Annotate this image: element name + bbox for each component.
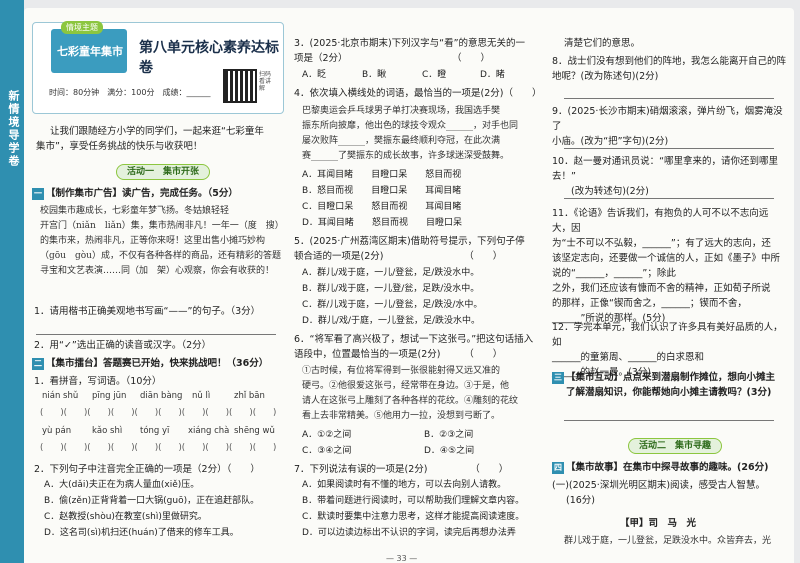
option-b[interactable]: B．带着问题进行阅读时，可以帮助我们理解文章内容。 <box>302 494 524 509</box>
intro-line-1: 让我们跟随经方小学的同学们，一起来逛“七彩童年 <box>50 126 264 137</box>
option-a[interactable]: A．大(dǎi)夫正在为病人量血(xiě)压。 <box>44 478 199 493</box>
question-4-passage: 巴黎奥运会乒乓球男子单打决赛现场，我国选手樊 振东所向披靡，他出色的球技令观众__… <box>302 106 519 161</box>
side-title: 新情境导学卷 <box>7 90 20 168</box>
question-8: 8．战士们没有想到他们的阵地，我怎么能离开自己的阵 地呢？(改为陈述句)(2分) <box>552 56 787 82</box>
answer-line[interactable] <box>564 98 774 99</box>
answer-line[interactable] <box>564 148 774 149</box>
worksheet-page: 情境主题 七彩童年集市 第八单元核心素养达标卷 时间：80分钟 满分：100分 … <box>24 8 794 563</box>
option-b[interactable]: B．瞅 <box>362 68 386 83</box>
question-9: 9．(2025·长沙市期末)硝烟滚滚，弹片纷飞，烟雾淹没了 小庙。(改为“把”字句… <box>552 106 783 147</box>
question-6-passage: ①古时候，有位将军得到一张很能射得又远又准的 硬弓。②他很爱这张弓，经常带在身边。… <box>302 366 519 421</box>
option-a[interactable]: A．①②之间 <box>302 428 351 443</box>
option-a[interactable]: A．耳闻目睹 目瞪口呆 怒目而视 <box>302 168 461 183</box>
pinyin-10: shēng wǔ <box>234 426 275 436</box>
pinyin-6: yù pán <box>42 426 72 436</box>
pinyin-4: nǔ lì <box>192 391 211 401</box>
option-b[interactable]: B．群儿/戏于庭，一儿登/瓮，足跌/没水中。 <box>302 282 479 297</box>
theme-label: 情境主题 <box>61 21 103 34</box>
pinyin-8: tóng yī <box>140 426 170 436</box>
option-c[interactable]: C．赵教授(shòu)在教室(shì)里做研究。 <box>44 510 207 525</box>
carry-over-text: 清楚它们的意思。 <box>564 38 641 49</box>
answer-boxes-row-1[interactable]: ( )( )( )( )( )( )( )( )( )( ) <box>40 406 276 418</box>
option-d[interactable]: D．睹 <box>480 68 505 83</box>
qr-code-icon[interactable] <box>223 69 257 103</box>
option-c[interactable]: C．目瞪口呆 怒目而视 耳闻目睹 <box>302 200 461 215</box>
option-b[interactable]: B．偷(zěn)正背背着一口大锅(guō)，正在追赶部队。 <box>44 494 259 509</box>
question-3-stem-mid: 3．(2025·北京市期末)下列汉字与“看”的意思无关的一 项是（2分） （ ） <box>294 38 525 64</box>
option-d[interactable]: D．耳闻目睹 怒目而视 目瞪口呆 <box>302 216 462 231</box>
theme-tag: 情境主题 七彩童年集市 <box>51 21 127 73</box>
section-two-heading: 二【集市擂台】答题赛已开始，快来挑战吧！（36分） <box>32 358 269 370</box>
option-d[interactable]: D．群儿/戏/于庭，一儿登瓮，足/跌没水中。 <box>302 314 480 329</box>
ad-passage: 校园集市趣成长，七彩童年梦飞扬。冬姑娘轻轻 开宫门（niǎn liǎn）集，集市热… <box>40 206 284 276</box>
answer-line[interactable] <box>36 334 276 335</box>
reading-title: 【甲】司 马 光 <box>620 518 697 529</box>
option-b[interactable]: B．②③之间 <box>424 428 473 443</box>
activity-banner-2: 活动二 集市寻趣 <box>628 438 723 454</box>
pinyin-7: kǎo shì <box>92 426 123 436</box>
side-strip: 新情境导学卷 <box>0 0 24 563</box>
section-one-heading: 一【制作集市广告】读广告，完成任务。（5分） <box>32 188 238 200</box>
intro-line-2: 集市”，享受任务挑战的快乐与收获吧！ <box>36 141 203 152</box>
qr-label: 扫码看讲解 <box>259 71 272 92</box>
option-a[interactable]: A．如果阅读时有不懂的地方，可以去向别人请教。 <box>302 478 506 493</box>
option-c[interactable]: C．瞪 <box>422 68 446 83</box>
question-3-stem: 1．看拼音，写词语。（10分） <box>34 376 162 387</box>
question-5-stem: 5．(2025·广州荔湾区期末)借助符号提示，下列句子停 顿合适的一项是(2分) … <box>294 236 525 262</box>
question-1: 1．请用楷书正确美观地书写画“——”的句子。（3分） <box>34 306 261 317</box>
option-c[interactable]: C．默读时要集中注意力思考，这样才能提高阅读速度。 <box>302 510 524 525</box>
question-7-stem: 7．下列说法有误的一项是(2分) （ ） <box>294 464 509 475</box>
reading-passage: 群儿戏于庭，一儿登瓮，足跌没水中。众皆弃去，光 <box>564 536 772 546</box>
pinyin-2: pīng jūn <box>92 391 127 401</box>
section-three-heading: 三【集市互动】点点来到潜扇制作摊位，想向小摊主 了解潜扇知识，你能帮她向小摊主请… <box>552 372 776 398</box>
answer-boxes-row-2[interactable]: ( )( )( )( )( )( )( )( )( )( ) <box>40 441 276 453</box>
question-11: 11．《论语》告诉我们，有抱负的人可不以不志向远大，因 为“士不可以不弘毅，___… <box>552 208 781 324</box>
pinyin-9: xiáng chà <box>188 426 230 436</box>
section-four-heading: 四【集市故事】在集市中探寻故事的趣味。(26分) <box>552 462 769 474</box>
header-card: 情境主题 七彩童年集市 第八单元核心素养达标卷 时间：80分钟 满分：100分 … <box>32 21 284 114</box>
page-number: — 33 — <box>386 554 418 563</box>
answer-line[interactable] <box>564 198 774 199</box>
activity-banner-1: 活动一 集市开张 <box>116 164 211 180</box>
option-b[interactable]: B．怒目而视 目瞪口呆 耳闻目睹 <box>302 184 461 199</box>
question-4-stem-mid: 4．依次填入横线处的词语，最恰当的一项是(2分)（ ） <box>294 88 542 99</box>
pinyin-1: nián shǔ <box>42 391 79 401</box>
option-d[interactable]: D．这名司(sì)机扫还(huán)了借来的修车工具。 <box>44 526 239 541</box>
pinyin-5: zhǐ bān <box>234 391 265 401</box>
question-10: 10．赵一曼对通讯员说：“哪里拿来的，请你还到哪里去！” (改为转述句)(2分) <box>552 156 779 197</box>
answer-line[interactable] <box>564 420 774 421</box>
pinyin-3: diān bàng <box>140 391 183 401</box>
exam-info: 时间：80分钟 满分：100分 成绩：______ <box>49 88 211 97</box>
option-d[interactable]: D．④⑤之间 <box>424 444 474 459</box>
reading-intro: (一)(2025·深圳光明区期末)阅读，感受古人智慧。 (16分) <box>552 480 766 506</box>
option-d[interactable]: D．可以边读边标出不认识的字词，读完后再想办法弄 <box>302 526 516 541</box>
theme-name: 七彩童年集市 <box>57 45 123 58</box>
option-a[interactable]: A．群儿/戏于庭，一儿/登瓮，足/跌没水中。 <box>302 266 479 281</box>
option-c[interactable]: C．③④之间 <box>302 444 351 459</box>
question-6-stem: 6．“将军看了高兴极了，想试一下这张弓。”把这句话插入 语段中，位置最恰当的一项是… <box>294 334 534 360</box>
option-a[interactable]: A．眨 <box>302 68 326 83</box>
question-4-stem: 2．下列句子中注音完全正确的一项是（2分）（ ） <box>34 464 260 475</box>
question-2: 2．用“✓”选出正确的读音或汉字。（2分） <box>34 340 212 351</box>
option-c[interactable]: C．群/儿戏于庭，一儿/登瓮，足/跌没/水中。 <box>302 298 482 313</box>
